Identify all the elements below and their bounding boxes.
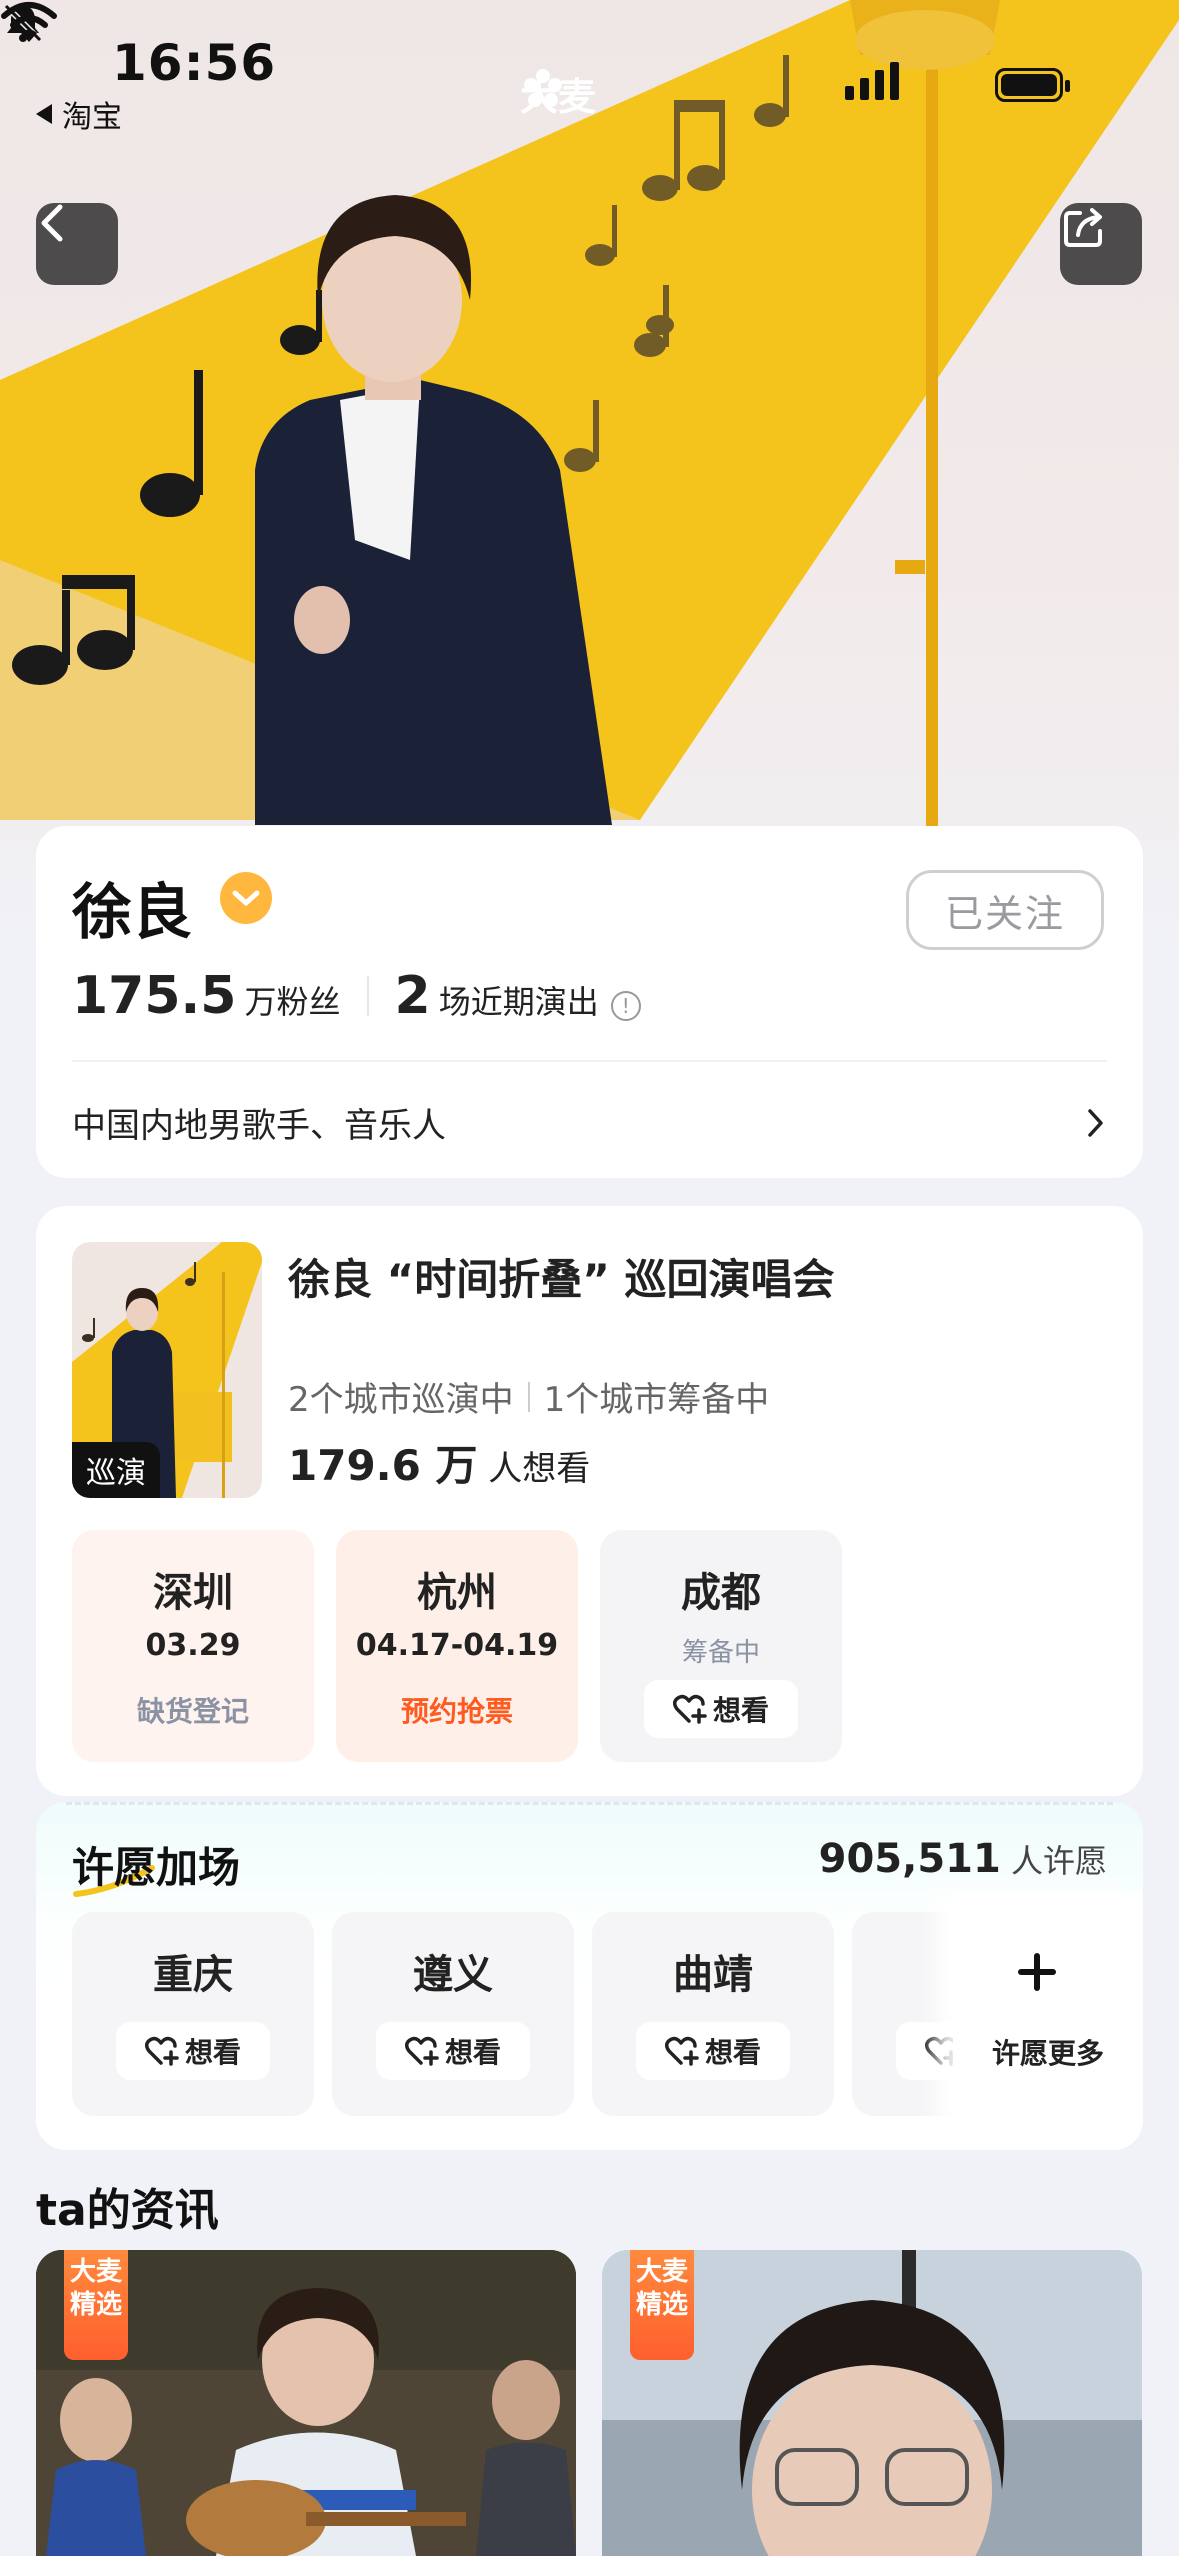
back-triangle-icon [36,104,52,124]
artist-stats: 175.5 万粉丝 2 场近期演出 ! [72,966,641,1026]
share-icon [1064,208,1102,247]
verified-badge-icon [220,872,272,924]
tour-city-status: 2个城市巡演中 1个城市筹备中 [288,1372,769,1421]
poster-tag: 巡演 [72,1442,160,1498]
wish-city-item[interactable]: 遵义 想看 [332,1912,574,2116]
city-name: 重庆 [153,1952,233,1998]
news-card[interactable]: 大麦 精选 [36,2250,576,2556]
news-tag: 大麦 精选 [630,2250,694,2360]
want-label: 想看 [184,2036,241,2069]
tour-poster[interactable]: 巡演 [72,1242,262,1498]
want-label: 想看 [704,2036,761,2069]
news-tag: 大麦 精选 [64,2250,128,2360]
stats-divider [366,976,369,1016]
status-bar: 16:56 淘宝 大麦 [0,0,1179,135]
tour-title[interactable]: 徐良 “时间折叠” 巡回演唱会 [288,1246,834,1307]
city-date: 04.17-04.19 [355,1628,559,1663]
cellular-signal-icon [845,62,899,100]
city-status-divider [527,1381,530,1412]
hero-banner: 16:56 淘宝 大麦 [0,0,1179,950]
city-status: 筹备中 [681,1638,760,1668]
want-button[interactable]: 想看 [636,2022,790,2080]
wish-count-unit: 人许愿 [1010,1842,1107,1880]
chevron-right-icon[interactable] [1085,1106,1107,1140]
want-button[interactable]: 想看 [116,2022,270,2080]
heart-plus-icon [672,1694,707,1724]
tour-city-shenzhen[interactable]: 深圳 03.29 缺货登记 [72,1530,314,1762]
city-date: 03.29 [145,1628,241,1663]
city-name: 杭州 [417,1570,497,1616]
news-card[interactable]: 大麦 精选 [602,2250,1142,2556]
want-button[interactable]: 想看 [376,2022,530,2080]
shows-unit: 场近期演出 [438,983,599,1021]
info-icon[interactable]: ! [610,991,641,1021]
tour-card[interactable]: 巡演 徐良 “时间折叠” 巡回演唱会 2个城市巡演中 1个城市筹备中 179.6… [36,1206,1143,1796]
preparing-count: 1个城市筹备中 [543,1380,770,1420]
artist-description[interactable]: 中国内地男歌手、音乐人 [72,1098,446,1147]
wish-count-value: 905,511 [818,1836,1001,1882]
want-button[interactable]: 想看 [644,1680,798,1738]
want-label: 想看 [712,1694,769,1727]
dashed-separator [66,1802,1113,1805]
heart-plus-icon [664,2036,699,2066]
wish-city-item[interactable]: 重庆 想看 [72,1912,314,2116]
wish-more-label: 许愿更多 [991,2037,1104,2070]
city-name: 曲靖 [673,1952,753,1998]
city-name: 深圳 [153,1570,233,1616]
news-tag-line1: 大麦 [69,2257,122,2287]
want-label: 想看 [444,2036,501,2069]
share-button[interactable] [1060,203,1142,285]
heart-plus-icon [404,2036,439,2066]
tour-city-hangzhou[interactable]: 杭州 04.17-04.19 预约抢票 [336,1530,578,1762]
artist-info-card: 徐良 已关注 175.5 万粉丝 2 场近期演出 ! 中国内地男歌手、音乐人 [36,826,1143,1178]
brand-logo: 大麦 [520,66,596,121]
news-tag-line1: 大麦 [635,2257,688,2287]
news-tag-line2: 精选 [69,2290,122,2320]
tour-city-chengdu[interactable]: 成都 筹备中 想看 [600,1530,842,1762]
card-divider [72,1060,1107,1062]
plus-icon [1018,1953,1056,1991]
fans-unit: 万粉丝 [244,983,341,1021]
heart-plus-icon [144,2036,179,2066]
city-status: 缺货登记 [136,1695,249,1728]
city-name: 遵义 [413,1952,493,1998]
wish-extra-show-card: 许愿加场 905,511 人许愿 重庆 想看 遵义 想看 曲靖 想看 许愿更多 [36,1802,1143,2150]
news-section-title: ta的资讯 [36,2185,219,2236]
want-value: 179.6 万 [288,1441,478,1490]
tour-city-list: 深圳 03.29 缺货登记 杭州 04.17-04.19 预约抢票 成都 筹备中… [72,1530,842,1762]
tour-want-count: 179.6 万 人想看 [288,1432,590,1493]
wish-more-button[interactable]: 许愿更多 [953,1892,1143,2150]
back-button[interactable] [36,203,118,285]
wish-title: 许愿加场 [72,1843,241,1892]
chevron-left-icon [41,204,63,242]
artist-name: 徐良 [72,878,192,948]
follow-button[interactable]: 已关注 [906,870,1104,950]
damai-logo-icon [524,69,562,107]
hero-artist-photo [0,0,1179,830]
back-to-app-link[interactable]: 淘宝 [36,92,122,136]
battery-icon [995,68,1070,102]
status-time: 16:56 [112,34,277,92]
want-unit: 人想看 [488,1449,591,1489]
back-app-label: 淘宝 [62,100,122,135]
wish-count: 905,511 人许愿 [819,1836,1107,1882]
wish-city-list: 重庆 想看 遵义 想看 曲靖 想看 贵 想看 [72,1912,1094,2116]
wifi-icon [1,2,57,42]
city-status: 预约抢票 [400,1695,513,1728]
city-name: 成都 [681,1570,761,1616]
news-tag-line2: 精选 [635,2290,688,2320]
wish-city-item[interactable]: 曲靖 想看 [592,1912,834,2116]
shows-count: 2 [394,966,431,1026]
fans-count: 175.5 [72,966,237,1026]
touring-count: 2个城市巡演中 [288,1380,514,1420]
